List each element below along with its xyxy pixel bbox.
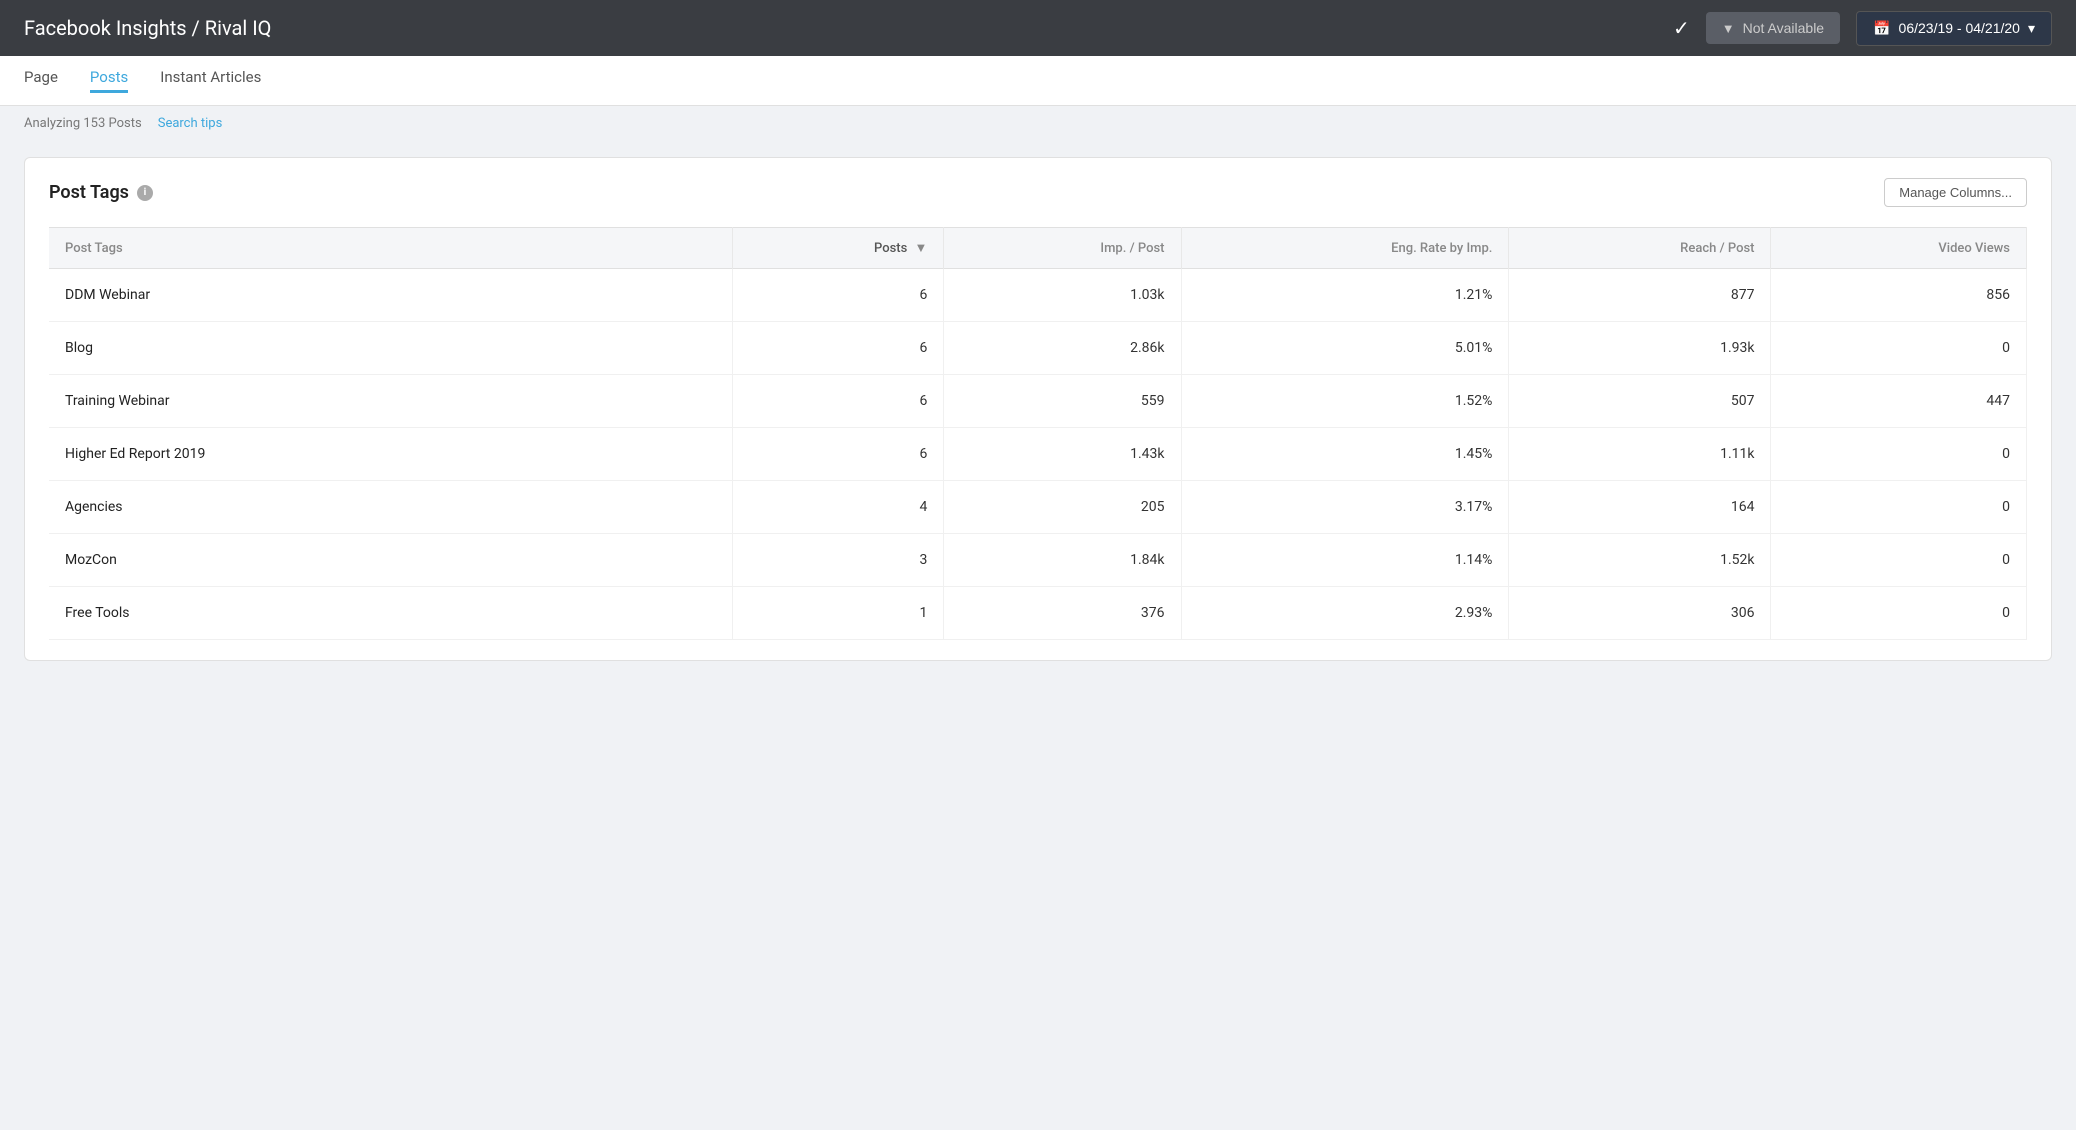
cell-imp-per-post: 205 [944,481,1181,534]
cell-video-views: 0 [1771,587,2027,640]
tab-bar: Page Posts Instant Articles [0,56,2076,106]
cell-tag-name: MozCon [49,534,733,587]
post-tags-card: Post Tags i Manage Columns... Post Tags … [24,157,2052,661]
info-icon[interactable]: i [137,185,153,201]
chevron-down-icon: ▾ [2028,20,2035,37]
manage-columns-button[interactable]: Manage Columns... [1884,178,2027,207]
table-row: Agencies 4 205 3.17% 164 0 [49,481,2027,534]
calendar-icon: 📅 [1873,20,1890,37]
cell-posts: 1 [733,587,944,640]
table-header: Post Tags Posts ▼ Imp. / Post Eng. Rate … [49,228,2027,269]
cell-video-views: 0 [1771,534,2027,587]
cell-posts: 4 [733,481,944,534]
page-title: Facebook Insights / Rival IQ [24,16,1657,40]
post-tags-table: Post Tags Posts ▼ Imp. / Post Eng. Rate … [49,227,2027,640]
table-row: Training Webinar 6 559 1.52% 507 447 [49,375,2027,428]
tab-posts[interactable]: Posts [90,68,128,93]
cell-reach: 306 [1509,587,1771,640]
app-header: Facebook Insights / Rival IQ ✓ ▼ Not Ava… [0,0,2076,56]
cell-video-views: 447 [1771,375,2027,428]
col-header-reach-per-post: Reach / Post [1509,228,1771,269]
table-row: DDM Webinar 6 1.03k 1.21% 877 856 [49,269,2027,322]
table-row: Blog 6 2.86k 5.01% 1.93k 0 [49,322,2027,375]
cell-posts: 6 [733,269,944,322]
cell-reach: 507 [1509,375,1771,428]
cell-reach: 164 [1509,481,1771,534]
cell-reach: 1.93k [1509,322,1771,375]
cell-posts: 6 [733,322,944,375]
check-icon: ✓ [1673,16,1690,40]
cell-eng-rate: 1.14% [1181,534,1509,587]
cell-video-views: 0 [1771,481,2027,534]
filter-icon: ▼ [1722,21,1735,36]
subbar: Analyzing 153 Posts Search tips [0,106,2076,141]
table-header-row: Post Tags Posts ▼ Imp. / Post Eng. Rate … [49,228,2027,269]
cell-reach: 877 [1509,269,1771,322]
card-title: Post Tags i [49,182,153,203]
cell-eng-rate: 1.45% [1181,428,1509,481]
cell-reach: 1.52k [1509,534,1771,587]
cell-tag-name: Free Tools [49,587,733,640]
main-content: Post Tags i Manage Columns... Post Tags … [0,141,2076,677]
cell-eng-rate: 1.52% [1181,375,1509,428]
filter-button[interactable]: ▼ Not Available [1706,12,1840,44]
cell-video-views: 856 [1771,269,2027,322]
col-header-video-views: Video Views [1771,228,2027,269]
cell-eng-rate: 2.93% [1181,587,1509,640]
table-body: DDM Webinar 6 1.03k 1.21% 877 856 Blog 6… [49,269,2027,640]
card-header: Post Tags i Manage Columns... [49,178,2027,207]
cell-imp-per-post: 1.84k [944,534,1181,587]
cell-eng-rate: 5.01% [1181,322,1509,375]
cell-tag-name: Agencies [49,481,733,534]
cell-reach: 1.11k [1509,428,1771,481]
cell-tag-name: Higher Ed Report 2019 [49,428,733,481]
cell-imp-per-post: 559 [944,375,1181,428]
cell-posts: 6 [733,375,944,428]
tab-page[interactable]: Page [24,68,58,93]
cell-imp-per-post: 1.03k [944,269,1181,322]
cell-posts: 6 [733,428,944,481]
col-header-eng-rate: Eng. Rate by Imp. [1181,228,1509,269]
card-title-text: Post Tags [49,182,129,203]
search-tips-link[interactable]: Search tips [158,116,223,131]
cell-video-views: 0 [1771,428,2027,481]
sort-arrow-icon: ▼ [915,240,928,256]
cell-imp-per-post: 1.43k [944,428,1181,481]
analyzing-text: Analyzing 153 Posts [24,116,142,131]
cell-imp-per-post: 2.86k [944,322,1181,375]
cell-imp-per-post: 376 [944,587,1181,640]
cell-tag-name: Training Webinar [49,375,733,428]
cell-eng-rate: 1.21% [1181,269,1509,322]
col-header-post-tags: Post Tags [49,228,733,269]
tab-instant-articles[interactable]: Instant Articles [160,68,261,93]
cell-tag-name: Blog [49,322,733,375]
table-row: Free Tools 1 376 2.93% 306 0 [49,587,2027,640]
filter-label: Not Available [1743,20,1824,36]
col-header-posts[interactable]: Posts ▼ [733,228,944,269]
cell-posts: 3 [733,534,944,587]
col-header-imp-per-post: Imp. / Post [944,228,1181,269]
table-row: Higher Ed Report 2019 6 1.43k 1.45% 1.11… [49,428,2027,481]
table-row: MozCon 3 1.84k 1.14% 1.52k 0 [49,534,2027,587]
cell-video-views: 0 [1771,322,2027,375]
cell-tag-name: DDM Webinar [49,269,733,322]
date-range-label: 06/23/19 - 04/21/20 [1899,20,2020,36]
cell-eng-rate: 3.17% [1181,481,1509,534]
date-range-button[interactable]: 📅 06/23/19 - 04/21/20 ▾ [1856,11,2052,46]
